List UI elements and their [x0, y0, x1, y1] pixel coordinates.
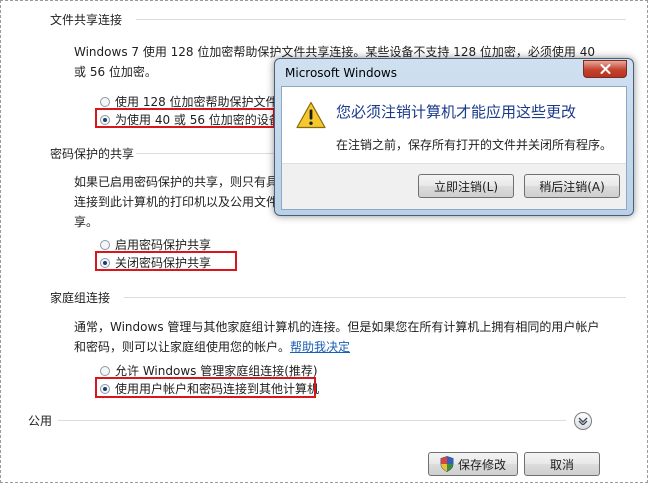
section-divider	[136, 19, 626, 20]
highlight-box	[95, 251, 237, 271]
section-divider	[136, 153, 274, 154]
section-divider	[58, 420, 566, 421]
homegroup-title: 家庭组连接	[50, 291, 111, 305]
description-line: 和密码，则可以让家庭组使用您的帐户。帮助我决定	[74, 337, 599, 357]
warning-icon	[296, 101, 326, 129]
description-line: 连接到此计算机的打印机以及公用文件	[74, 195, 279, 209]
save-changes-button[interactable]: 保存修改	[428, 452, 518, 476]
dialog-title: Microsoft Windows	[285, 66, 397, 80]
cancel-button[interactable]: 取消	[524, 452, 600, 476]
logoff-now-button[interactable]: 立即注销(L)	[418, 174, 514, 198]
dialog-body: 您必须注销计算机才能应用这些更改 在注销之前，保存所有打开的文件并关闭所有程序。…	[281, 86, 627, 210]
section-divider	[124, 297, 626, 298]
dialog-footer: 立即注销(L) 稍后注销(A)	[282, 163, 626, 209]
expand-public-button[interactable]	[574, 412, 592, 430]
homegroup-description: 通常，Windows 管理与其他家庭组计算机的连接。但是如果您在所有计算机上拥有…	[74, 317, 599, 357]
logoff-later-button[interactable]: 稍后注销(A)	[524, 174, 620, 198]
radio-button[interactable]	[100, 365, 110, 376]
logoff-dialog: Microsoft Windows 您必须注销计算机才能应用这些更改 在注销之前…	[274, 58, 634, 216]
dialog-detail: 在注销之前，保存所有打开的文件并关闭所有程序。	[336, 138, 613, 152]
close-icon	[600, 64, 610, 74]
public-section-title: 公用	[28, 414, 53, 428]
radio-button[interactable]	[100, 239, 110, 250]
logoff-now-label: 立即注销(L)	[433, 179, 499, 194]
file-sharing-title: 文件共享连接	[50, 13, 123, 27]
description-line: 通常，Windows 管理与其他家庭组计算机的连接。但是如果您在所有计算机上拥有…	[74, 320, 600, 334]
password-sharing-description: 如果已启用密码保护的共享，则只有具 连接到此计算机的打印机以及公用文件 享。	[74, 172, 278, 232]
cancel-label: 取消	[549, 457, 574, 472]
shield-icon	[440, 456, 454, 472]
chevron-down-icon	[578, 417, 588, 425]
logoff-later-label: 稍后注销(A)	[539, 179, 605, 194]
help-me-decide-link[interactable]: 帮助我决定	[290, 340, 350, 354]
highlight-box	[95, 377, 316, 398]
highlight-box	[95, 108, 275, 128]
radio-button[interactable]	[100, 96, 110, 107]
description-line: 享。	[74, 215, 99, 229]
description-line: 如果已启用密码保护的共享，则只有具	[74, 175, 279, 189]
password-sharing-title: 密码保护的共享	[50, 147, 135, 161]
dialog-message: 您必须注销计算机才能应用这些更改	[336, 103, 577, 121]
save-changes-label: 保存修改	[457, 457, 506, 472]
dialog-close-button[interactable]	[583, 60, 627, 78]
description-text: 和密码，则可以让家庭组使用您的帐户。	[74, 340, 291, 354]
